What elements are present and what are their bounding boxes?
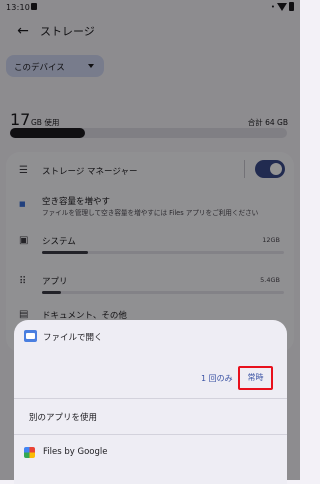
open-with-bottom-sheet: ファイルで開く 1 回のみ 常時 別のアプリを使用 Files by Googl… (14, 320, 287, 484)
sheet-divider (14, 434, 287, 435)
files-by-google-icon[interactable] (24, 447, 35, 458)
files-app-icon (24, 330, 37, 342)
sheet-title: ファイルで開く (43, 333, 103, 343)
always-button[interactable]: 常時 (238, 366, 273, 390)
files-by-google-option[interactable]: Files by Google (43, 447, 107, 457)
sheet-divider (14, 398, 287, 399)
use-other-app-option[interactable]: 別のアプリを使用 (29, 411, 97, 423)
just-once-button[interactable]: 1 回のみ (201, 373, 233, 384)
